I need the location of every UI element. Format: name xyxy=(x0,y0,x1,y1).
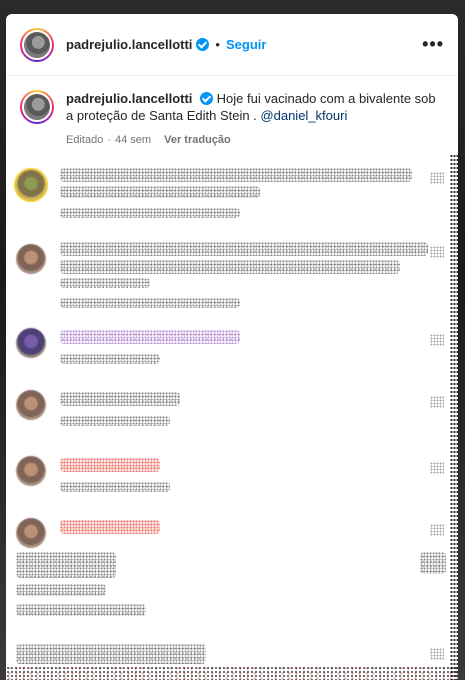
redacted-comment-text xyxy=(16,552,116,578)
author-username[interactable]: padrejulio.lancellotti xyxy=(66,37,192,52)
edited-label: Editado xyxy=(66,134,104,146)
meta-separator: · xyxy=(107,134,111,146)
redacted-comment-text xyxy=(60,392,180,406)
like-heart-icon[interactable] xyxy=(430,396,444,408)
avatar-image xyxy=(22,29,52,60)
comment-avatar[interactable] xyxy=(16,390,46,420)
comments-list xyxy=(6,164,458,680)
redacted-comment-text xyxy=(60,168,412,182)
comment-avatar[interactable] xyxy=(16,456,46,486)
post-time[interactable]: 44 sem xyxy=(115,134,151,146)
scrollbar[interactable] xyxy=(450,154,458,680)
comment-avatar[interactable] xyxy=(16,244,46,274)
like-heart-icon[interactable] xyxy=(430,334,444,346)
redacted-comment-text xyxy=(60,186,260,198)
caption-mention-link[interactable]: @daniel_kfouri xyxy=(260,108,347,123)
redacted-comment-meta xyxy=(60,354,160,364)
redacted-comment-text xyxy=(16,584,106,596)
like-heart-icon[interactable] xyxy=(430,524,444,536)
translate-button[interactable]: Ver tradução xyxy=(164,134,231,146)
redacted-comment-meta xyxy=(60,208,240,218)
like-heart-icon[interactable] xyxy=(430,462,444,474)
post-caption: padrejulio.lancellotti Hoje fui vacinado… xyxy=(6,76,458,146)
redacted-comment-text xyxy=(60,278,150,288)
redacted-comment-text xyxy=(60,458,160,472)
post-panel: padrejulio.lancellotti • Seguir ••• padr… xyxy=(6,14,458,680)
redacted-comment-row xyxy=(6,666,458,680)
avatar-image xyxy=(22,92,52,122)
author-avatar[interactable] xyxy=(20,27,54,62)
follow-button[interactable]: Seguir xyxy=(226,37,266,52)
redacted-comment-text xyxy=(60,330,240,344)
redacted-comment-meta xyxy=(60,298,240,308)
like-heart-icon[interactable] xyxy=(430,648,444,660)
caption-username[interactable]: padrejulio.lancellotti xyxy=(66,91,192,106)
redacted-comment-text xyxy=(60,260,400,274)
redacted-comment-text xyxy=(16,644,206,664)
caption-body: padrejulio.lancellotti Hoje fui vacinado… xyxy=(66,90,444,146)
verified-badge-icon xyxy=(196,38,210,51)
comment-avatar[interactable] xyxy=(16,518,46,548)
header-separator: • xyxy=(215,37,220,52)
redacted-comment-meta xyxy=(60,416,170,426)
redacted-comment-meta xyxy=(60,482,170,492)
caption-meta: Editado · 44 sem Ver tradução xyxy=(66,134,444,146)
like-heart-icon[interactable] xyxy=(430,172,444,184)
redacted-comment-meta xyxy=(16,604,146,616)
redacted-comment-text xyxy=(420,552,446,574)
like-heart-icon[interactable] xyxy=(430,246,444,258)
comment-avatar[interactable] xyxy=(16,328,46,358)
caption-text: padrejulio.lancellotti Hoje fui vacinado… xyxy=(66,90,444,124)
redacted-comment-text xyxy=(60,242,428,256)
post-header: padrejulio.lancellotti • Seguir ••• xyxy=(6,14,458,76)
caption-avatar[interactable] xyxy=(20,90,54,124)
redacted-comment-text xyxy=(60,520,160,534)
verified-badge-icon xyxy=(200,92,214,105)
comment-avatar[interactable] xyxy=(16,170,46,200)
more-options-icon[interactable]: ••• xyxy=(422,34,444,55)
